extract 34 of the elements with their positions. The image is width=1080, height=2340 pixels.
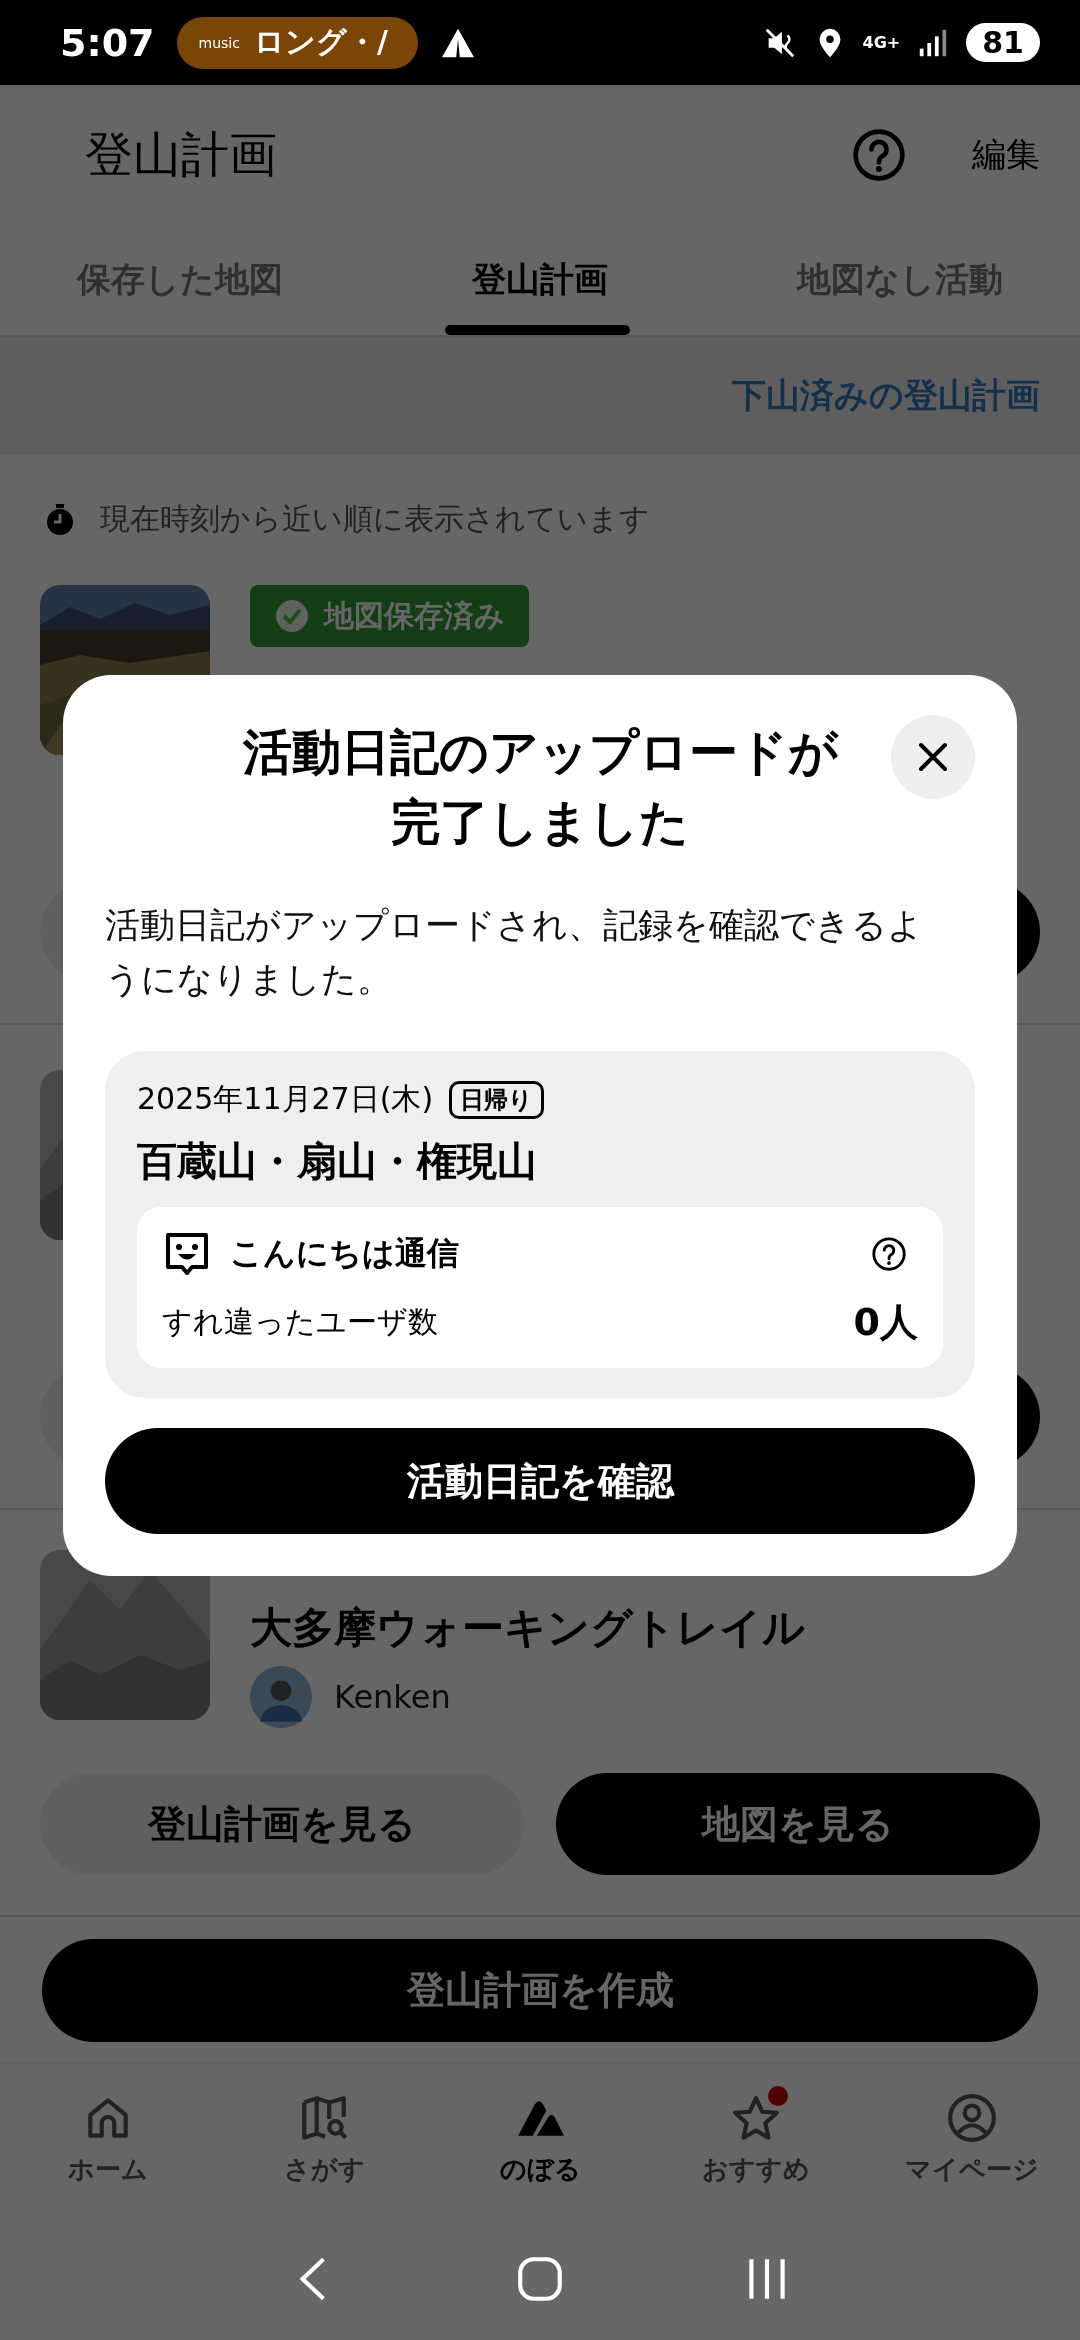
nav-item[interactable]: ホーム	[0, 2080, 216, 2187]
network-type: 4G+	[862, 33, 901, 52]
nav-item[interactable]: のぼる	[432, 2080, 648, 2187]
avatar	[250, 1666, 312, 1728]
badge-label: 地図保存済み	[324, 596, 505, 635]
activity-name: 百蔵山・扇山・権現山	[137, 1137, 538, 1186]
nav-item[interactable]: おすすめ	[648, 2080, 864, 2187]
status-time: 5:07	[60, 20, 155, 65]
dialog-message: 活動日記がアップロードされ、記録を確認できるようになりました。	[105, 904, 924, 1001]
battery-level: 81	[966, 23, 1040, 62]
check-circle-icon	[274, 598, 310, 634]
help-icon[interactable]	[870, 1235, 908, 1273]
sort-notice: 現在時刻から近い順に表示されています	[100, 500, 650, 538]
passed-users-count: 0人	[853, 1299, 918, 1346]
nav-item[interactable]: さがす	[216, 2080, 432, 2187]
profile-icon	[946, 2092, 998, 2144]
music-logo-text: music	[198, 34, 240, 51]
activity-date: 2025年11月27日(木)	[137, 1080, 434, 1118]
greeting-title: こんにちは通信	[230, 1233, 459, 1274]
plan-title: 大多摩ウォーキングトレイル	[250, 1602, 805, 1654]
dialog-title: 活動日記のアップロードが完了しました	[241, 723, 840, 853]
create-plan-button[interactable]: 登山計画を作成	[42, 1939, 1038, 2042]
view-map-button[interactable]: 地図を見る	[556, 1773, 1040, 1875]
author-name: Kenken	[334, 1678, 451, 1716]
page-title: 登山計画	[85, 125, 277, 184]
tab[interactable]: 登山計画	[360, 225, 720, 335]
nav-item[interactable]: マイページ	[864, 2080, 1080, 2187]
view-plan-button[interactable]: 登山計画を見る	[40, 1773, 524, 1875]
day-trip-tag: 日帰り	[449, 1080, 545, 1119]
media-chip[interactable]: music ロング・/	[176, 16, 418, 69]
completed-plans-link[interactable]: 下山済みの登山計画	[732, 373, 1040, 419]
edit-button[interactable]: 編集	[972, 132, 1040, 178]
passed-users-label: すれ違ったユーザ数	[162, 1303, 438, 1341]
view-diary-button[interactable]: 活動日記を確認	[105, 1428, 975, 1534]
